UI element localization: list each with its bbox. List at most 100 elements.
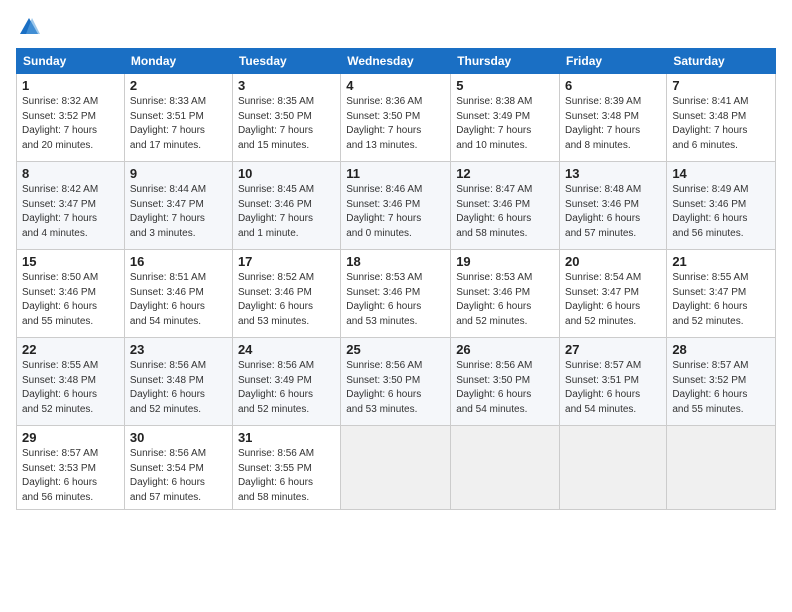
day-number: 30 bbox=[130, 430, 227, 445]
day-number: 5 bbox=[456, 78, 554, 93]
day-info: Sunrise: 8:44 AM Sunset: 3:47 PM Dayligh… bbox=[130, 183, 227, 241]
day-info: Sunrise: 8:56 AM Sunset: 3:50 PM Dayligh… bbox=[346, 359, 445, 417]
day-info: Sunrise: 8:45 AM Sunset: 3:46 PM Dayligh… bbox=[238, 183, 335, 241]
calendar-cell: 16 Sunrise: 8:51 AM Sunset: 3:46 PM Dayli… bbox=[124, 250, 232, 338]
calendar-cell: 28 Sunrise: 8:57 AM Sunset: 3:52 PM Dayli… bbox=[667, 338, 776, 426]
calendar-cell: 27 Sunrise: 8:57 AM Sunset: 3:51 PM Dayli… bbox=[560, 338, 667, 426]
calendar-cell: 2 Sunrise: 8:33 AM Sunset: 3:51 PM Daylig… bbox=[124, 74, 232, 162]
col-header-saturday: Saturday bbox=[667, 49, 776, 74]
day-info: Sunrise: 8:57 AM Sunset: 3:52 PM Dayligh… bbox=[672, 359, 770, 417]
day-number: 7 bbox=[672, 78, 770, 93]
day-info: Sunrise: 8:49 AM Sunset: 3:46 PM Dayligh… bbox=[672, 183, 770, 241]
day-number: 11 bbox=[346, 166, 445, 181]
day-number: 16 bbox=[130, 254, 227, 269]
day-info: Sunrise: 8:56 AM Sunset: 3:49 PM Dayligh… bbox=[238, 359, 335, 417]
day-info: Sunrise: 8:56 AM Sunset: 3:48 PM Dayligh… bbox=[130, 359, 227, 417]
day-number: 2 bbox=[130, 78, 227, 93]
day-number: 31 bbox=[238, 430, 335, 445]
day-info: Sunrise: 8:51 AM Sunset: 3:46 PM Dayligh… bbox=[130, 271, 227, 329]
calendar-table: SundayMondayTuesdayWednesdayThursdayFrid… bbox=[16, 48, 776, 510]
calendar-cell: 23 Sunrise: 8:56 AM Sunset: 3:48 PM Dayli… bbox=[124, 338, 232, 426]
day-number: 15 bbox=[22, 254, 119, 269]
day-info: Sunrise: 8:55 AM Sunset: 3:48 PM Dayligh… bbox=[22, 359, 119, 417]
day-info: Sunrise: 8:33 AM Sunset: 3:51 PM Dayligh… bbox=[130, 95, 227, 153]
day-number: 13 bbox=[565, 166, 661, 181]
calendar-cell bbox=[451, 426, 560, 510]
day-number: 1 bbox=[22, 78, 119, 93]
col-header-sunday: Sunday bbox=[17, 49, 125, 74]
calendar-cell: 6Sunrise: 8:39 AM Sunset: 3:48 PM Daylig… bbox=[560, 74, 667, 162]
calendar-cell: 30 Sunrise: 8:56 AM Sunset: 3:54 PM Dayli… bbox=[124, 426, 232, 510]
calendar-cell: 9 Sunrise: 8:44 AM Sunset: 3:47 PM Daylig… bbox=[124, 162, 232, 250]
day-info: Sunrise: 8:55 AM Sunset: 3:47 PM Dayligh… bbox=[672, 271, 770, 329]
day-number: 25 bbox=[346, 342, 445, 357]
page-header bbox=[16, 16, 776, 38]
day-number: 3 bbox=[238, 78, 335, 93]
day-number: 29 bbox=[22, 430, 119, 445]
calendar-cell: 13Sunrise: 8:48 AM Sunset: 3:46 PM Dayli… bbox=[560, 162, 667, 250]
day-info: Sunrise: 8:39 AM Sunset: 3:48 PM Dayligh… bbox=[565, 95, 661, 153]
calendar-cell: 5 Sunrise: 8:38 AM Sunset: 3:49 PM Daylig… bbox=[451, 74, 560, 162]
logo bbox=[16, 16, 40, 38]
day-info: Sunrise: 8:57 AM Sunset: 3:51 PM Dayligh… bbox=[565, 359, 661, 417]
day-info: Sunrise: 8:38 AM Sunset: 3:49 PM Dayligh… bbox=[456, 95, 554, 153]
day-number: 28 bbox=[672, 342, 770, 357]
calendar-cell: 31 Sunrise: 8:56 AM Sunset: 3:55 PM Dayli… bbox=[232, 426, 340, 510]
day-number: 23 bbox=[130, 342, 227, 357]
calendar-cell: 22 Sunrise: 8:55 AM Sunset: 3:48 PM Dayli… bbox=[17, 338, 125, 426]
calendar-cell: 7 Sunrise: 8:41 AM Sunset: 3:48 PM Daylig… bbox=[667, 74, 776, 162]
calendar-cell: 29 Sunrise: 8:57 AM Sunset: 3:53 PM Dayli… bbox=[17, 426, 125, 510]
day-number: 9 bbox=[130, 166, 227, 181]
page-container: SundayMondayTuesdayWednesdayThursdayFrid… bbox=[0, 0, 792, 518]
calendar-cell: 20 Sunrise: 8:54 AM Sunset: 3:47 PM Dayli… bbox=[560, 250, 667, 338]
day-info: Sunrise: 8:41 AM Sunset: 3:48 PM Dayligh… bbox=[672, 95, 770, 153]
day-number: 8 bbox=[22, 166, 119, 181]
calendar-cell: 12 Sunrise: 8:47 AM Sunset: 3:46 PM Dayli… bbox=[451, 162, 560, 250]
day-info: Sunrise: 8:36 AM Sunset: 3:50 PM Dayligh… bbox=[346, 95, 445, 153]
day-info: Sunrise: 8:54 AM Sunset: 3:47 PM Dayligh… bbox=[565, 271, 661, 329]
calendar-cell bbox=[341, 426, 451, 510]
col-header-wednesday: Wednesday bbox=[341, 49, 451, 74]
day-number: 12 bbox=[456, 166, 554, 181]
calendar-cell: 17Sunrise: 8:52 AM Sunset: 3:46 PM Dayli… bbox=[232, 250, 340, 338]
day-info: Sunrise: 8:53 AM Sunset: 3:46 PM Dayligh… bbox=[456, 271, 554, 329]
calendar-body: 1Sunrise: 8:32 AM Sunset: 3:52 PM Daylig… bbox=[17, 74, 776, 510]
day-info: Sunrise: 8:47 AM Sunset: 3:46 PM Dayligh… bbox=[456, 183, 554, 241]
day-info: Sunrise: 8:57 AM Sunset: 3:53 PM Dayligh… bbox=[22, 447, 119, 505]
col-header-monday: Monday bbox=[124, 49, 232, 74]
day-number: 19 bbox=[456, 254, 554, 269]
day-info: Sunrise: 8:56 AM Sunset: 3:55 PM Dayligh… bbox=[238, 447, 335, 505]
calendar-cell: 18 Sunrise: 8:53 AM Sunset: 3:46 PM Dayli… bbox=[341, 250, 451, 338]
calendar-cell: 4 Sunrise: 8:36 AM Sunset: 3:50 PM Daylig… bbox=[341, 74, 451, 162]
day-number: 20 bbox=[565, 254, 661, 269]
calendar-cell: 15 Sunrise: 8:50 AM Sunset: 3:46 PM Dayli… bbox=[17, 250, 125, 338]
day-number: 18 bbox=[346, 254, 445, 269]
day-number: 24 bbox=[238, 342, 335, 357]
day-info: Sunrise: 8:53 AM Sunset: 3:46 PM Dayligh… bbox=[346, 271, 445, 329]
day-info: Sunrise: 8:46 AM Sunset: 3:46 PM Dayligh… bbox=[346, 183, 445, 241]
day-number: 22 bbox=[22, 342, 119, 357]
day-info: Sunrise: 8:35 AM Sunset: 3:50 PM Dayligh… bbox=[238, 95, 335, 153]
calendar-cell: 26 Sunrise: 8:56 AM Sunset: 3:50 PM Dayli… bbox=[451, 338, 560, 426]
calendar-cell: 10Sunrise: 8:45 AM Sunset: 3:46 PM Dayli… bbox=[232, 162, 340, 250]
day-info: Sunrise: 8:56 AM Sunset: 3:54 PM Dayligh… bbox=[130, 447, 227, 505]
calendar-cell: 3 Sunrise: 8:35 AM Sunset: 3:50 PM Daylig… bbox=[232, 74, 340, 162]
calendar-cell bbox=[560, 426, 667, 510]
calendar-cell: 1Sunrise: 8:32 AM Sunset: 3:52 PM Daylig… bbox=[17, 74, 125, 162]
day-number: 21 bbox=[672, 254, 770, 269]
calendar-cell: 19 Sunrise: 8:53 AM Sunset: 3:46 PM Dayli… bbox=[451, 250, 560, 338]
calendar-cell bbox=[667, 426, 776, 510]
day-info: Sunrise: 8:42 AM Sunset: 3:47 PM Dayligh… bbox=[22, 183, 119, 241]
calendar-cell: 11 Sunrise: 8:46 AM Sunset: 3:46 PM Dayli… bbox=[341, 162, 451, 250]
day-number: 17 bbox=[238, 254, 335, 269]
day-number: 26 bbox=[456, 342, 554, 357]
col-header-tuesday: Tuesday bbox=[232, 49, 340, 74]
day-info: Sunrise: 8:50 AM Sunset: 3:46 PM Dayligh… bbox=[22, 271, 119, 329]
calendar-cell: 24 Sunrise: 8:56 AM Sunset: 3:49 PM Dayli… bbox=[232, 338, 340, 426]
col-header-thursday: Thursday bbox=[451, 49, 560, 74]
calendar-cell: 25 Sunrise: 8:56 AM Sunset: 3:50 PM Dayli… bbox=[341, 338, 451, 426]
calendar-cell: 21 Sunrise: 8:55 AM Sunset: 3:47 PM Dayli… bbox=[667, 250, 776, 338]
day-info: Sunrise: 8:56 AM Sunset: 3:50 PM Dayligh… bbox=[456, 359, 554, 417]
day-number: 27 bbox=[565, 342, 661, 357]
day-number: 4 bbox=[346, 78, 445, 93]
